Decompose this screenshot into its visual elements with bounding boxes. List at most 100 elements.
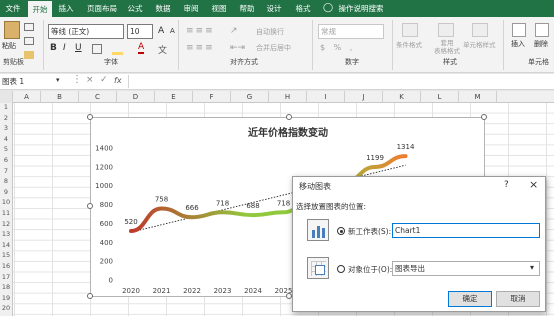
format-as-table-button[interactable]: 套用 表格格式 — [434, 39, 460, 55]
italic-button[interactable]: I — [63, 43, 66, 53]
row-header[interactable]: 15 — [0, 251, 12, 259]
object-in-select[interactable]: 图表导出 — [392, 261, 540, 276]
row-header[interactable]: 20 — [0, 304, 12, 312]
conditional-formatting-button[interactable]: 条件格式 — [396, 39, 422, 49]
tab-file[interactable]: 文件 — [2, 0, 24, 17]
row-header[interactable]: 10 — [0, 198, 12, 206]
tab-home[interactable]: 开始 — [28, 1, 52, 17]
bold-button[interactable]: B — [50, 43, 57, 53]
column-header[interactable]: A — [13, 91, 41, 103]
font-size-increase-button[interactable]: A — [158, 26, 164, 36]
chevron-down-icon[interactable]: ▾ — [56, 76, 60, 84]
column-header[interactable]: I — [307, 91, 345, 103]
new-sheet-name-input[interactable]: Chart1 — [392, 223, 540, 238]
column-header[interactable]: K — [383, 91, 421, 103]
format-as-table-icon[interactable] — [438, 23, 454, 37]
column-header[interactable]: D — [117, 91, 155, 103]
row-header[interactable]: 3 — [0, 124, 12, 132]
row-header[interactable]: 6 — [0, 156, 12, 164]
cancel-button[interactable]: 取消 — [496, 291, 540, 307]
column-header[interactable]: M — [459, 91, 497, 103]
insert-cells-icon[interactable] — [512, 23, 526, 37]
new-sheet-radio[interactable] — [337, 227, 345, 235]
column-header[interactable]: F — [193, 91, 231, 103]
row-header[interactable]: 13 — [0, 230, 12, 238]
chevron-down-icon[interactable]: ▾ — [530, 263, 534, 272]
object-in-radio[interactable] — [337, 265, 345, 273]
help-button[interactable]: ? — [504, 180, 509, 190]
divider — [43, 20, 44, 70]
font-size-decrease-button[interactable]: A — [170, 27, 175, 35]
row-header[interactable]: 19 — [0, 294, 12, 302]
cell-styles-button[interactable]: 单元格样式 — [463, 39, 496, 49]
insert-cells-button[interactable]: 插入 — [511, 39, 525, 49]
tab-format[interactable]: 格式 — [292, 0, 314, 17]
column-header[interactable]: E — [155, 91, 193, 103]
row-header[interactable]: 5 — [0, 145, 12, 153]
copy-icon[interactable] — [24, 37, 34, 45]
row-header[interactable]: 8 — [0, 177, 12, 185]
enter-icon[interactable]: ✓ — [100, 75, 108, 85]
delete-cells-button[interactable]: 删除 — [534, 39, 548, 49]
tab-view[interactable]: 视图 — [208, 0, 230, 17]
tab-review[interactable]: 审阅 — [180, 0, 202, 17]
indent-icon[interactable]: ⇤⇥ — [230, 43, 245, 53]
row-header[interactable]: 12 — [0, 220, 12, 228]
border-icon[interactable] — [92, 44, 102, 54]
format-painter-icon[interactable] — [24, 51, 34, 59]
row-header[interactable]: 9 — [0, 188, 12, 196]
name-box[interactable]: 图表 1 — [2, 76, 54, 88]
tab-help[interactable]: 帮助 — [236, 0, 258, 17]
font-name-select[interactable]: 等线 (正文) — [48, 24, 124, 39]
row-header[interactable]: 14 — [0, 241, 12, 249]
tab-data[interactable]: 数据 — [152, 0, 174, 17]
tab-formulas[interactable]: 公式 — [124, 0, 146, 17]
row-header[interactable]: 1 — [0, 103, 12, 111]
cell-styles-icon[interactable] — [472, 23, 488, 37]
paste-button[interactable]: 粘贴 — [2, 41, 16, 51]
row-header[interactable]: 2 — [0, 114, 12, 122]
number-format-select[interactable]: 常规 — [318, 24, 384, 39]
x-tick-label: 2024 — [244, 287, 262, 295]
vertical-align-icons[interactable]: ≡≡≡ — [186, 26, 215, 36]
underline-button[interactable]: U — [75, 43, 82, 53]
column-header[interactable]: H — [269, 91, 307, 103]
phonetic-icon[interactable]: 文 — [158, 43, 167, 56]
row-header[interactable]: 17 — [0, 273, 12, 281]
row-header[interactable]: 4 — [0, 135, 12, 143]
column-header[interactable]: G — [231, 91, 269, 103]
column-header[interactable]: B — [41, 91, 79, 103]
tell-me-search[interactable]: 操作说明搜索 — [335, 0, 387, 17]
merge-center-button[interactable]: 合并后居中 — [256, 43, 291, 53]
orientation-icon[interactable]: ↗ — [230, 26, 238, 36]
close-button[interactable]: × — [529, 178, 538, 191]
font-size-select[interactable]: 10 — [127, 24, 153, 39]
tab-page-layout[interactable]: 页面布局 — [83, 0, 121, 17]
new-sheet-chart-icon — [307, 219, 329, 241]
number-format-icons[interactable]: $ % , — [320, 43, 355, 52]
insert-function-button[interactable]: fx — [114, 76, 122, 85]
row-header[interactable]: 16 — [0, 262, 12, 270]
conditional-formatting-icon[interactable] — [402, 23, 418, 37]
wrap-text-button[interactable]: 自动换行 — [256, 27, 284, 37]
cancel-icon[interactable]: × — [86, 75, 94, 85]
tab-insert[interactable]: 插入 — [55, 0, 77, 17]
column-header[interactable]: L — [421, 91, 459, 103]
ok-button[interactable]: 确定 — [448, 291, 492, 307]
row-header[interactable]: 7 — [0, 167, 12, 175]
font-color-icon[interactable]: A — [138, 42, 145, 54]
cut-icon[interactable] — [24, 23, 34, 31]
row-header[interactable]: 18 — [0, 283, 12, 291]
column-header[interactable]: C — [79, 91, 117, 103]
paste-icon[interactable] — [4, 21, 20, 39]
column-header[interactable]: J — [345, 91, 383, 103]
select-all-corner[interactable] — [0, 91, 13, 103]
fill-color-icon[interactable] — [112, 44, 123, 55]
delete-cells-icon[interactable] — [535, 23, 549, 37]
row-header[interactable]: 11 — [0, 209, 12, 217]
formula-input[interactable] — [128, 75, 552, 88]
tab-design[interactable]: 设计 — [263, 0, 285, 17]
horizontal-align-icons[interactable]: ≡≡≡ — [186, 43, 215, 53]
new-sheet-label[interactable]: 新工作表(S): — [348, 226, 391, 237]
object-in-label[interactable]: 对象位于(O): — [348, 264, 392, 275]
